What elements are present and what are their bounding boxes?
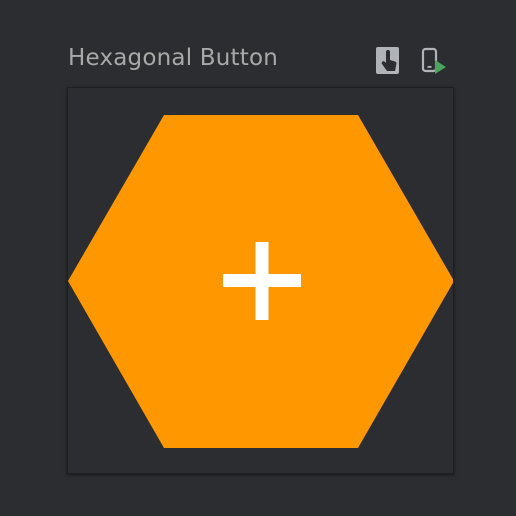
compose-preview-panel: Hexagonal Button — [0, 0, 516, 516]
touch-hand-icon — [376, 47, 399, 74]
preview-title: Hexagonal Button — [68, 45, 279, 71]
interactive-mode-button[interactable] — [376, 47, 402, 75]
deploy-to-device-button[interactable] — [420, 47, 446, 75]
device-run-icon — [421, 47, 446, 74]
preview-canvas — [67, 87, 454, 474]
hexagonal-button[interactable] — [68, 88, 453, 473]
